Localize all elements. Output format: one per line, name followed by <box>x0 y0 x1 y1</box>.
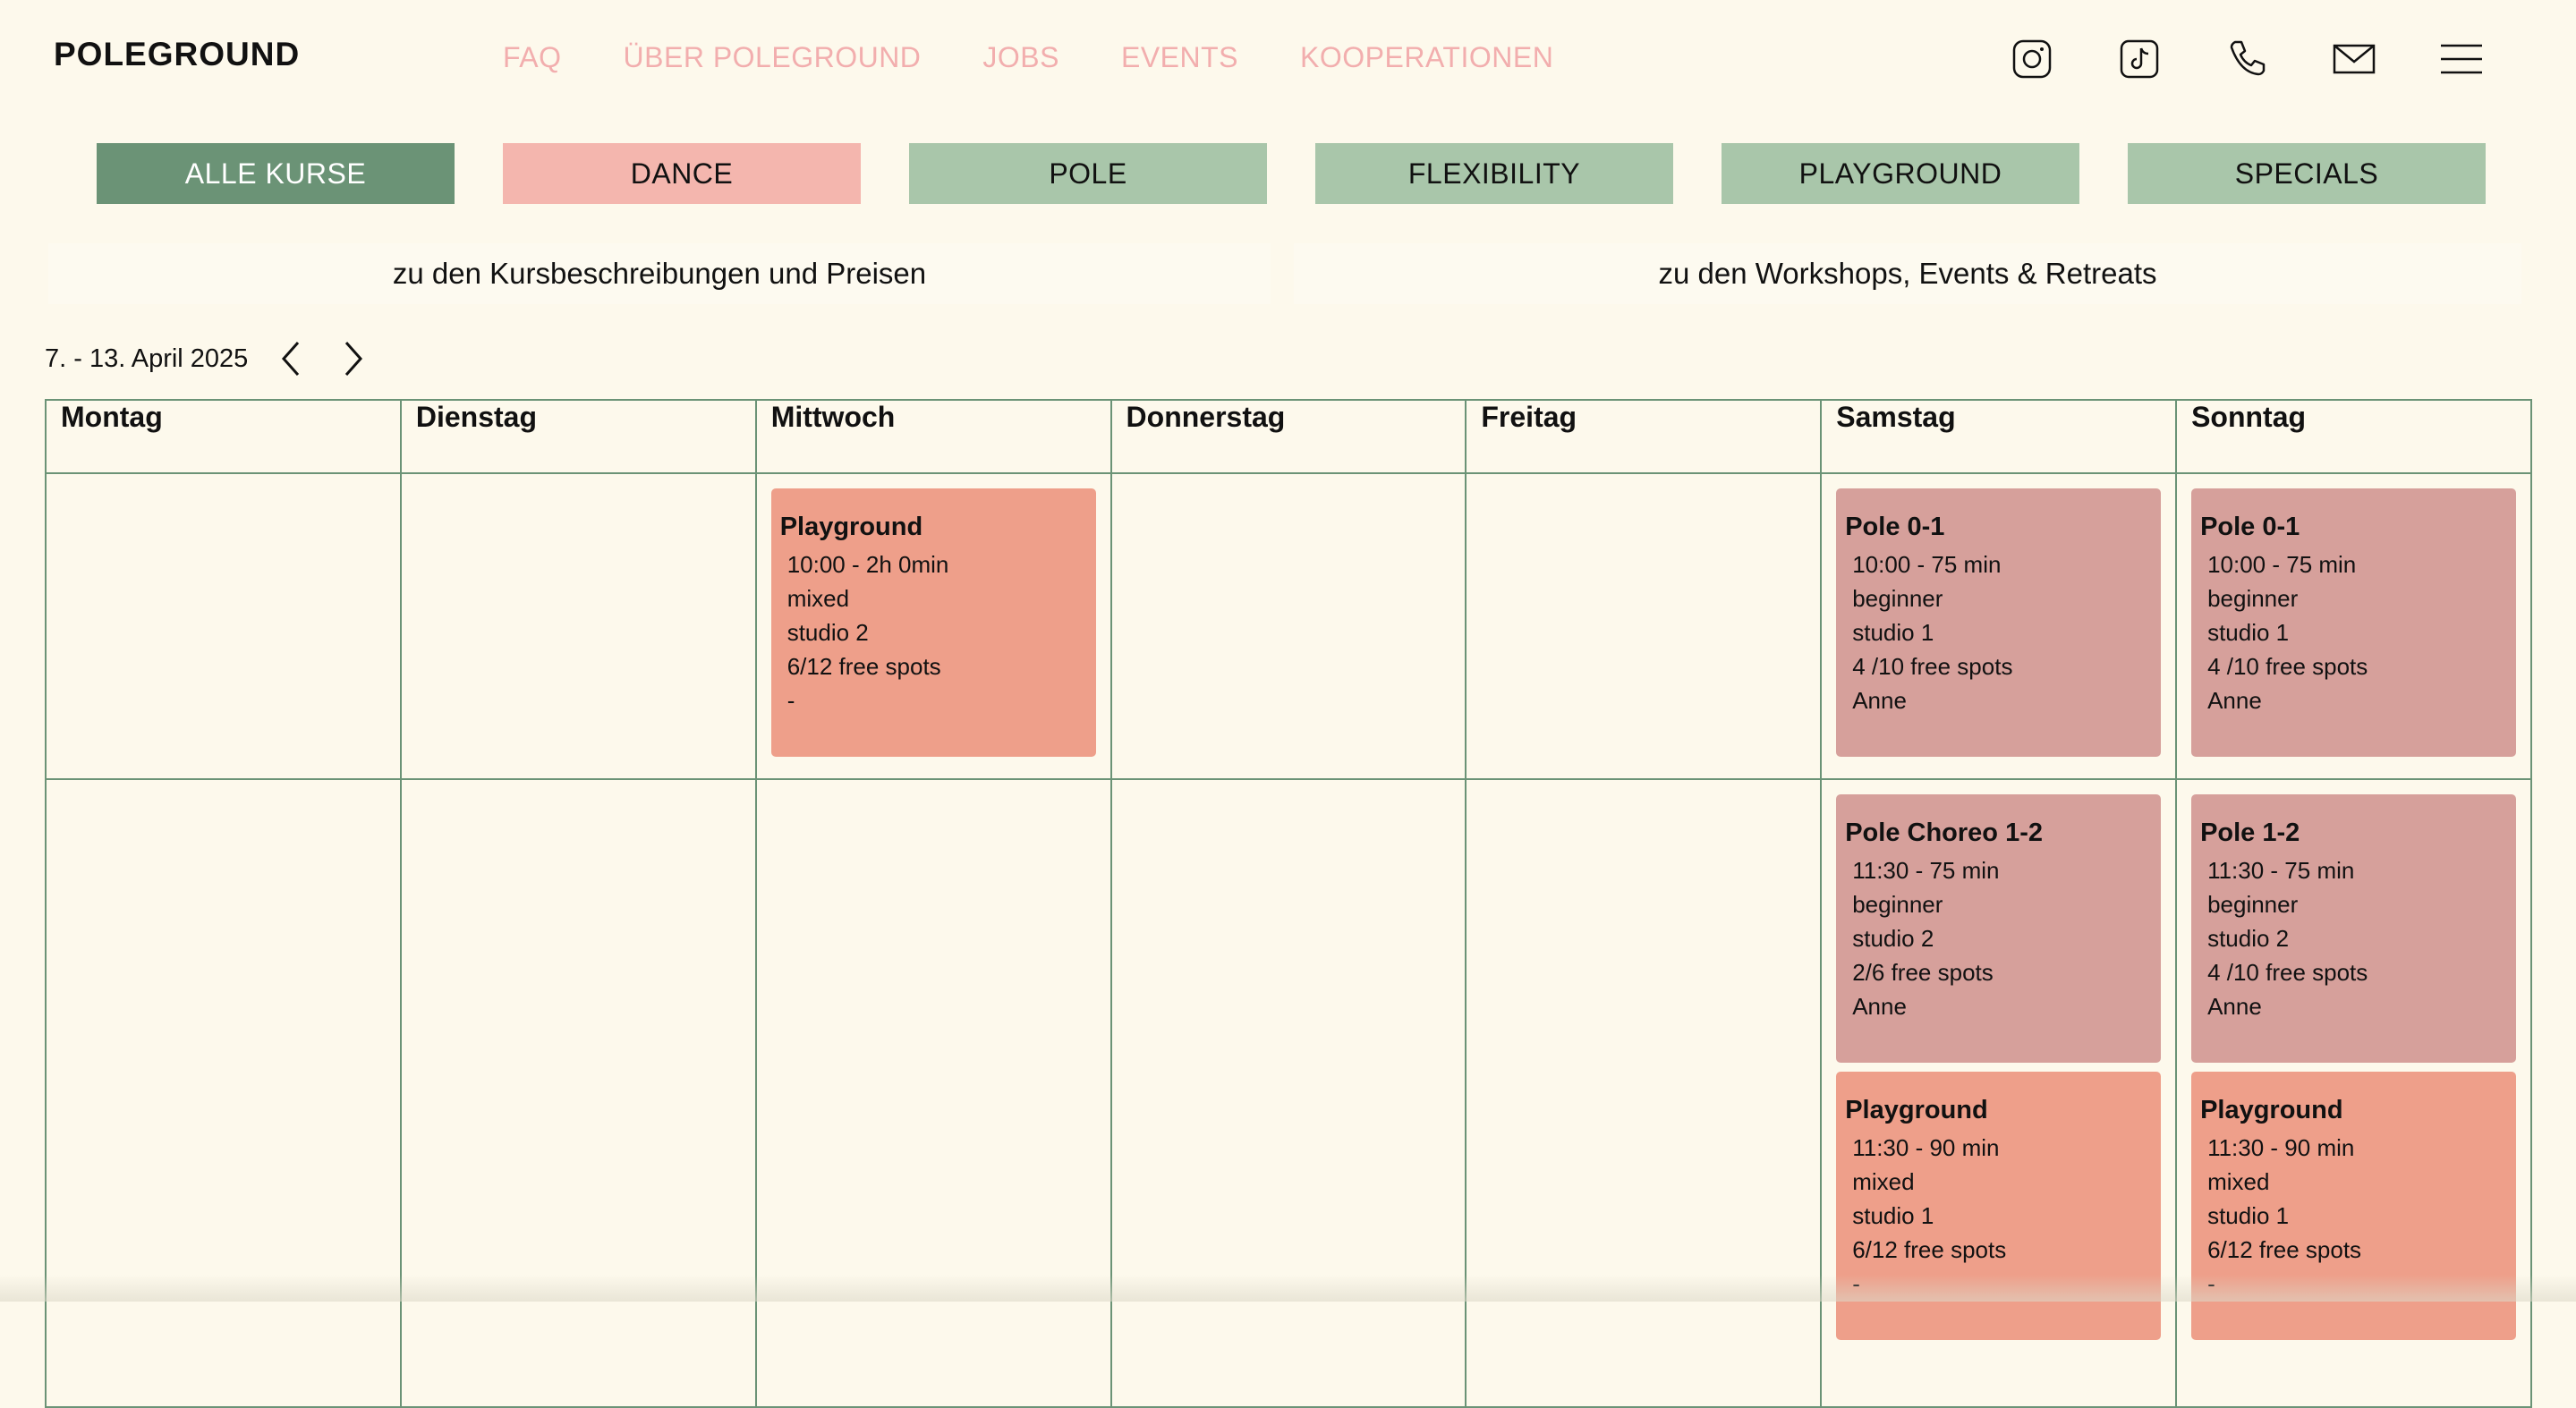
course-time: 11:30 - 90 min <box>1852 1134 2000 1161</box>
filter-specials[interactable]: SPECIALS <box>2128 143 2486 204</box>
cell-thursday <box>1109 472 1467 780</box>
next-week-button[interactable] <box>337 336 370 381</box>
course-time: 10:00 - 2h 0min <box>786 551 949 578</box>
cell-saturday: Pole 0-1 10:00 - 75 min beginner studio … <box>1820 472 2178 780</box>
nav-events[interactable]: EVENTS <box>1121 41 1238 74</box>
course-room: studio 2 <box>2207 925 2290 952</box>
course-level: mixed <box>2207 1168 2270 1195</box>
cell-tuesday <box>399 472 757 780</box>
cell-sunday: Pole 1-2 11:30 - 75 min beginner studio … <box>2175 778 2532 1408</box>
cell-friday <box>1465 472 1823 780</box>
course-spots: 4 /10 free spots <box>2207 959 2368 986</box>
course-spots: 2/6 free spots <box>1852 959 1994 986</box>
course-level: beginner <box>1852 891 1943 918</box>
cell-tuesday <box>399 778 757 1408</box>
day-header-monday: Montag <box>45 399 402 474</box>
course-room: studio 2 <box>1852 925 1934 952</box>
week-navigation: 7. - 13. April 2025 <box>45 336 370 381</box>
course-spots: 4 /10 free spots <box>2207 653 2368 680</box>
cell-monday <box>45 778 402 1408</box>
course-room: studio 2 <box>786 619 869 646</box>
filter-flexibility[interactable]: FLEXIBILITY <box>1315 143 1673 204</box>
phone-icon[interactable] <box>2222 34 2272 84</box>
main-nav: FAQ ÜBER POLEGROUND JOBS EVENTS KOOPERAT… <box>503 41 1615 74</box>
cell-wednesday <box>754 778 1112 1408</box>
cell-monday <box>45 472 402 780</box>
day-header-thursday: Donnerstag <box>1109 399 1467 474</box>
site-logo[interactable]: POLEGROUND <box>54 36 300 73</box>
prev-week-button[interactable] <box>275 336 307 381</box>
cell-sunday: Pole 0-1 10:00 - 75 min beginner studio … <box>2175 472 2532 780</box>
day-header-sunday: Sonntag <box>2175 399 2532 474</box>
menu-icon[interactable] <box>2436 34 2487 84</box>
cell-saturday: Pole Choreo 1-2 11:30 - 75 min beginner … <box>1820 778 2178 1408</box>
mail-icon[interactable] <box>2329 34 2379 84</box>
day-header-friday: Freitag <box>1465 399 1823 474</box>
course-trainer: - <box>786 687 795 714</box>
instagram-icon[interactable] <box>2007 34 2057 84</box>
course-trainer: Anne <box>2207 687 2262 714</box>
chevron-left-icon <box>282 342 300 376</box>
course-spots: 6/12 free spots <box>2207 1236 2362 1263</box>
nav-jobs[interactable]: JOBS <box>982 41 1059 74</box>
bottom-scroll-shadow <box>0 1275 2576 1302</box>
course-card[interactable]: Pole 0-1 10:00 - 75 min beginner studio … <box>2191 488 2516 757</box>
tiktok-icon[interactable] <box>2114 34 2164 84</box>
course-time: 10:00 - 75 min <box>2207 551 2357 578</box>
info-links: zu den Kursbeschreibungen und Preisen zu… <box>48 243 2521 304</box>
course-title: Playground <box>2200 1096 2343 1124</box>
day-header-wednesday: Mittwoch <box>754 399 1112 474</box>
course-title: Pole 0-1 <box>2200 513 2300 541</box>
time-row-1000: Playground 10:00 - 2h 0min mixed studio … <box>45 472 2532 780</box>
nav-faq[interactable]: FAQ <box>503 41 562 74</box>
filter-dance[interactable]: DANCE <box>503 143 861 204</box>
course-card[interactable]: Pole 0-1 10:00 - 75 min beginner studio … <box>1836 488 2162 757</box>
day-header-tuesday: Dienstag <box>399 399 757 474</box>
cell-thursday <box>1109 778 1467 1408</box>
chevron-right-icon <box>345 342 363 376</box>
cell-friday <box>1465 778 1823 1408</box>
courses-link[interactable]: zu den Kursbeschreibungen und Preisen <box>48 243 1271 304</box>
course-card[interactable]: Pole 1-2 11:30 - 75 min beginner studio … <box>2191 794 2516 1063</box>
course-spots: 6/12 free spots <box>786 653 941 680</box>
header-icons <box>1950 34 2487 84</box>
course-trainer: Anne <box>1852 993 1907 1020</box>
course-level: mixed <box>1852 1168 1915 1195</box>
filter-playground[interactable]: PLAYGROUND <box>1722 143 2079 204</box>
course-title: Pole 0-1 <box>1845 513 1945 541</box>
course-room: studio 1 <box>2207 1202 2290 1229</box>
course-title: Playground <box>1845 1096 1988 1124</box>
course-time: 11:30 - 90 min <box>2207 1134 2355 1161</box>
course-time: 11:30 - 75 min <box>1852 857 2000 884</box>
nav-cooperations[interactable]: KOOPERATIONEN <box>1300 41 1553 74</box>
course-filters: ALLE KURSE DANCE POLE FLEXIBILITY PLAYGR… <box>97 143 2486 204</box>
course-room: studio 1 <box>2207 619 2290 646</box>
time-row-1130: Pole Choreo 1-2 11:30 - 75 min beginner … <box>45 778 2532 1408</box>
course-room: studio 1 <box>1852 1202 1934 1229</box>
course-level: beginner <box>2207 891 2299 918</box>
course-room: studio 1 <box>1852 619 1934 646</box>
course-title: Pole Choreo 1-2 <box>1845 819 2043 847</box>
nav-about[interactable]: ÜBER POLEGROUND <box>624 41 922 74</box>
course-card[interactable]: Pole Choreo 1-2 11:30 - 75 min beginner … <box>1836 794 2162 1063</box>
course-level: mixed <box>786 585 850 612</box>
course-time: 11:30 - 75 min <box>2207 857 2355 884</box>
course-level: beginner <box>1852 585 1943 612</box>
filter-pole[interactable]: POLE <box>909 143 1267 204</box>
course-card[interactable]: Playground 10:00 - 2h 0min mixed studio … <box>770 488 1096 757</box>
course-level: beginner <box>2207 585 2299 612</box>
workshops-link[interactable]: zu den Workshops, Events & Retreats <box>1294 243 2521 304</box>
week-calendar: Montag Dienstag Mittwoch Donnerstag Frei… <box>45 399 2532 1408</box>
course-time: 10:00 - 75 min <box>1852 551 2002 578</box>
week-label: 7. - 13. April 2025 <box>45 344 249 373</box>
course-spots: 6/12 free spots <box>1852 1236 2007 1263</box>
cell-wednesday: Playground 10:00 - 2h 0min mixed studio … <box>754 472 1112 780</box>
filter-all-courses[interactable]: ALLE KURSE <box>97 143 455 204</box>
day-header-saturday: Samstag <box>1820 399 2178 474</box>
course-spots: 4 /10 free spots <box>1852 653 2013 680</box>
course-trainer: Anne <box>1852 687 1907 714</box>
course-trainer: Anne <box>2207 993 2262 1020</box>
course-title: Pole 1-2 <box>2200 819 2300 847</box>
course-title: Playground <box>779 513 923 541</box>
